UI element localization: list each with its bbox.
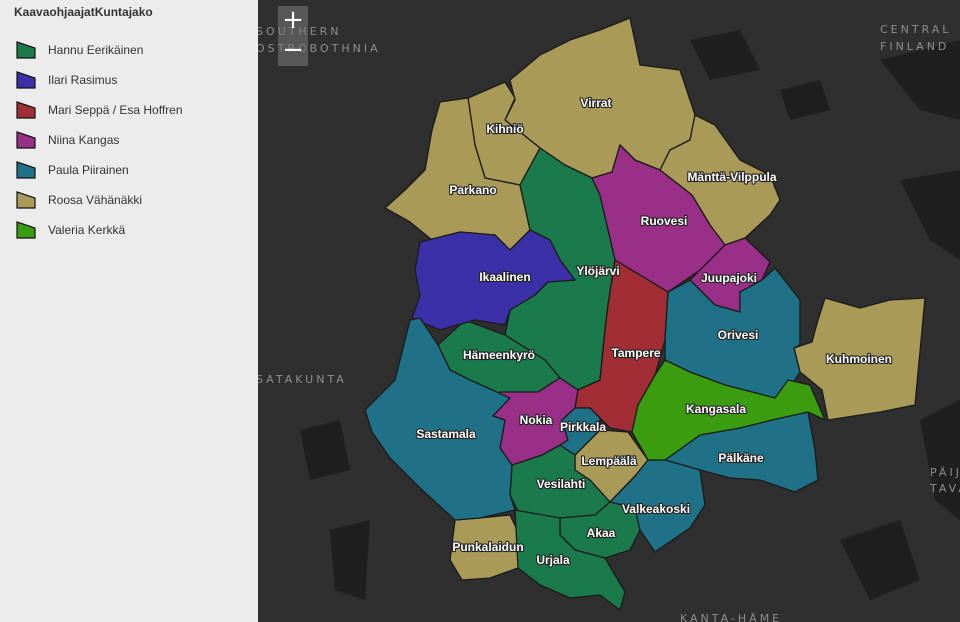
legend-swatch (16, 101, 36, 119)
legend-swatch (16, 71, 36, 89)
legend-swatch (16, 161, 36, 179)
label-akaa: Akaa (587, 526, 616, 540)
label-ikaalinen: Ikaalinen (479, 270, 530, 284)
legend-item-ilari-rasimus[interactable]: Ilari Rasimus (14, 65, 258, 95)
map-view[interactable]: SOUTHERN OSTROBOTHNIA CENTRAL FINLAND SA… (258, 0, 960, 622)
region-label-southern-ostrobothnia-2: OSTROBOTHNIA (258, 42, 381, 55)
legend-item-hannu-eerikainen[interactable]: Hannu Eerikäinen (14, 35, 258, 65)
zoom-in-button[interactable]: + (278, 6, 308, 36)
legend-list: Hannu Eerikäinen Ilari Rasimus Mari Sepp… (14, 35, 258, 245)
label-lempaala: Lempäälä (581, 454, 637, 468)
region-label-kanta-hame: KANTA-HÄME (680, 612, 782, 622)
label-vesilahti: Vesilahti (537, 477, 586, 491)
label-juupajoki: Juupajoki (701, 271, 757, 285)
label-punkalaidun: Punkalaidun (452, 540, 523, 554)
legend-panel: KaavaohjaajatKuntajako Hannu Eerikäinen … (0, 0, 258, 622)
map-canvas[interactable]: SOUTHERN OSTROBOTHNIA CENTRAL FINLAND SA… (258, 0, 960, 622)
zoom-out-button[interactable]: − (278, 36, 308, 66)
label-manttavilppula: Mänttä-Vilppula (687, 170, 776, 184)
label-urjala: Urjala (536, 553, 570, 567)
legend-swatch (16, 41, 36, 59)
label-orivesi: Orivesi (718, 328, 759, 342)
label-nokia: Nokia (520, 413, 553, 427)
label-tampere: Tampere (611, 346, 660, 360)
legend-label: Mari Seppä / Esa Hoffren (48, 103, 183, 117)
label-palkane: Pälkäne (718, 451, 764, 465)
legend-label: Valeria Kerkkä (48, 223, 126, 237)
label-sastamala: Sastamala (416, 427, 476, 441)
legend-item-valeria-kerkka[interactable]: Valeria Kerkkä (14, 215, 258, 245)
label-virrat: Virrat (580, 96, 611, 110)
label-pirkkala: Pirkkala (560, 420, 606, 434)
legend-title: KaavaohjaajatKuntajako (14, 5, 153, 19)
region-label-central-finland: CENTRAL (880, 23, 951, 36)
legend-item-mari-seppa-esa-hoffren[interactable]: Mari Seppä / Esa Hoffren (14, 95, 258, 125)
region-label-paijat: PÄIJ (930, 466, 960, 479)
region-label-central-finland-2: FINLAND (880, 40, 949, 53)
label-ylojarvi: Ylöjärvi (576, 264, 619, 278)
label-valkeakoski: Valkeakoski (622, 502, 690, 516)
legend-label: Ilari Rasimus (48, 73, 118, 87)
legend-label: Paula Piirainen (48, 163, 129, 177)
label-parkano: Parkano (449, 183, 496, 197)
legend-label: Roosa Vähänäkki (48, 193, 143, 207)
legend-swatch (16, 221, 36, 239)
label-kihnio: Kihniö (486, 122, 523, 136)
label-kuhmoinen: Kuhmoinen (826, 352, 892, 366)
legend-item-niina-kangas[interactable]: Niina Kangas (14, 125, 258, 155)
legend-item-roosa-vahanakki[interactable]: Roosa Vähänäkki (14, 185, 258, 215)
legend-swatch (16, 131, 36, 149)
legend-swatch (16, 191, 36, 209)
legend-item-paula-piirainen[interactable]: Paula Piirainen (14, 155, 258, 185)
label-hameenkyro: Hämeenkyrö (463, 348, 535, 362)
legend-label: Hannu Eerikäinen (48, 43, 144, 57)
region-label-paijat-2: TAVA (929, 482, 960, 495)
legend-label: Niina Kangas (48, 133, 120, 147)
region-label-satakunta: SATAKUNTA (258, 373, 347, 386)
label-kangasala: Kangasala (686, 402, 746, 416)
label-ruovesi: Ruovesi (641, 214, 688, 228)
